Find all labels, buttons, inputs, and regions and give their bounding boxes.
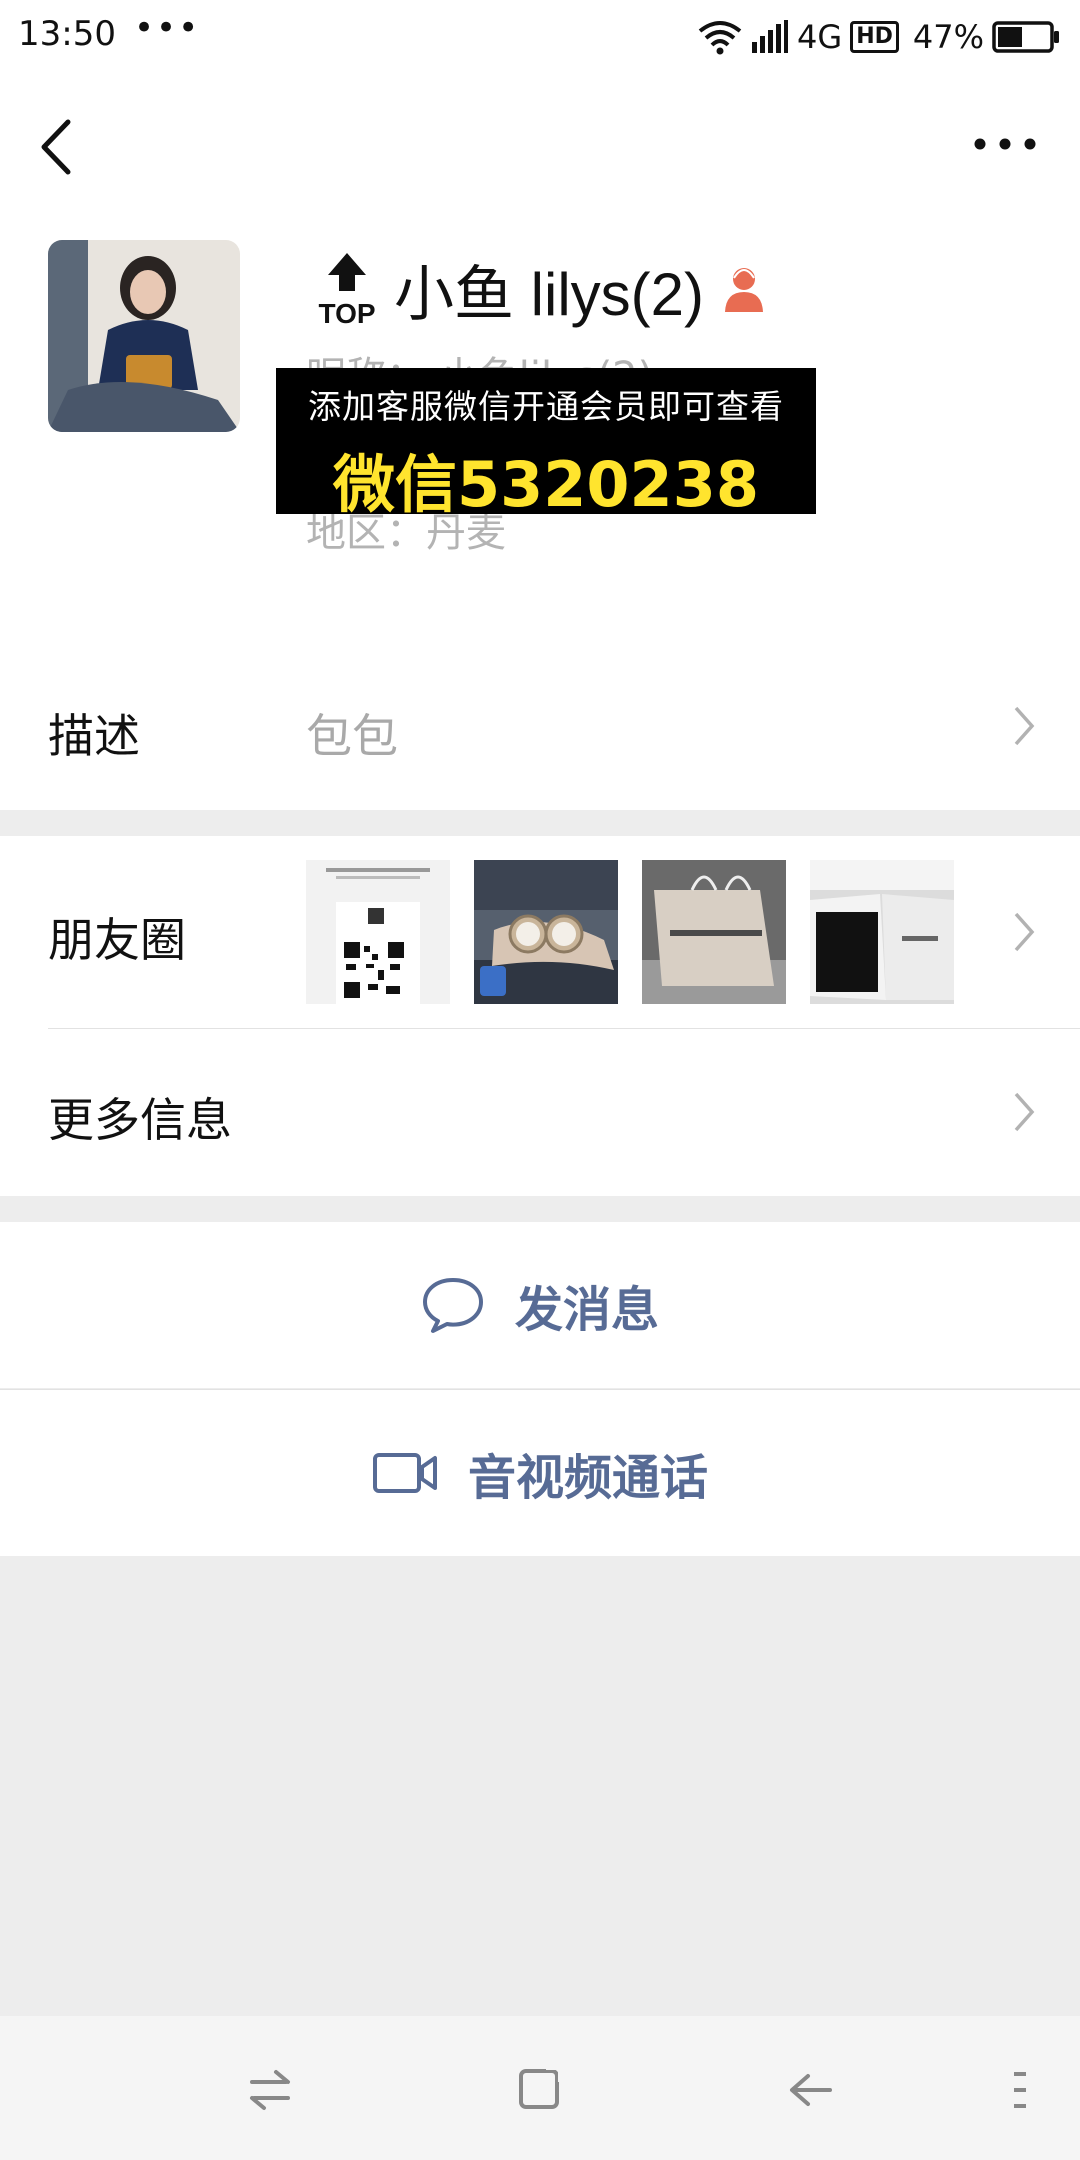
- description-label: 描述: [48, 709, 140, 763]
- back-arrow-icon[interactable]: [786, 2066, 834, 2114]
- moments-thumbnail: [306, 860, 450, 1004]
- status-bar: 13:50 ••• 4G HD 47%: [0, 0, 1080, 74]
- switch-arrows-icon[interactable]: [246, 2066, 294, 2114]
- moments-row[interactable]: 朋友圈: [0, 836, 1080, 1028]
- row-divider: [48, 1028, 1080, 1029]
- description-value: 包包: [306, 709, 398, 763]
- video-camera-icon: [372, 1453, 437, 1493]
- more-info-row[interactable]: 更多信息: [0, 1028, 1080, 1196]
- female-icon: [725, 268, 763, 312]
- chevron-right-icon: [1014, 706, 1035, 746]
- home-square-icon[interactable]: [516, 2064, 564, 2112]
- overlay-line-2: 微信5320238: [333, 448, 759, 521]
- menu-lines-icon[interactable]: [1010, 2068, 1030, 2112]
- video-call-label: 音视频通话: [467, 1450, 708, 1506]
- more-dots-icon[interactable]: [970, 124, 1040, 164]
- name-row: TOP 小鱼 lilys(2): [310, 244, 766, 334]
- more-info-label: 更多信息: [48, 1093, 232, 1147]
- system-navigation-bar: [0, 2016, 1080, 2160]
- battery-percent: 47%: [912, 18, 984, 56]
- send-message-label: 发消息: [514, 1282, 659, 1338]
- moments-thumbnail: [810, 860, 954, 1004]
- wifi-icon: [698, 21, 742, 55]
- top-badge-icon: TOP: [318, 253, 376, 329]
- status-time: 13:50: [18, 14, 116, 54]
- status-notification-dots: •••: [134, 8, 201, 48]
- top-navigation: [0, 74, 1080, 214]
- network-type: 4G: [797, 18, 843, 56]
- battery-icon: [992, 21, 1059, 53]
- moments-thumbnail: [642, 860, 786, 1004]
- status-indicators: 4G HD 47%: [697, 12, 1060, 62]
- chevron-left-icon[interactable]: [30, 114, 90, 180]
- description-row[interactable]: 描述 包包: [0, 642, 1080, 810]
- overlay-line-1: 添加客服微信开通会员即可查看: [308, 387, 784, 426]
- contact-profile-screen: 13:50 ••• 4G HD 47% TOP 小鱼 lilys(2) 地区：丹…: [0, 0, 1080, 2160]
- send-message-button[interactable]: 发消息: [0, 1222, 1080, 1388]
- overlay-ad-banner: 添加客服微信开通会员即可查看 微信5320238: [276, 368, 816, 521]
- profile-header: TOP 小鱼 lilys(2) 昵称： 小鱼lilys(2) 地区：丹麦 添加客…: [0, 214, 1080, 642]
- moments-label: 朋友圈: [48, 913, 186, 967]
- chevron-right-icon: [1014, 912, 1035, 952]
- hd-badge: HD: [850, 21, 899, 53]
- chevron-right-icon: [1014, 1092, 1035, 1132]
- avatar[interactable]: [48, 240, 240, 432]
- top-badge-text: TOP: [318, 298, 375, 329]
- moments-thumbnail: [474, 860, 618, 1004]
- chat-bubble-icon: [422, 1278, 483, 1333]
- profile-name: 小鱼 lilys(2): [394, 260, 704, 328]
- moments-thumbnails: [306, 860, 954, 1004]
- signal-icon: [752, 20, 789, 53]
- video-call-button[interactable]: 音视频通话: [0, 1389, 1080, 1556]
